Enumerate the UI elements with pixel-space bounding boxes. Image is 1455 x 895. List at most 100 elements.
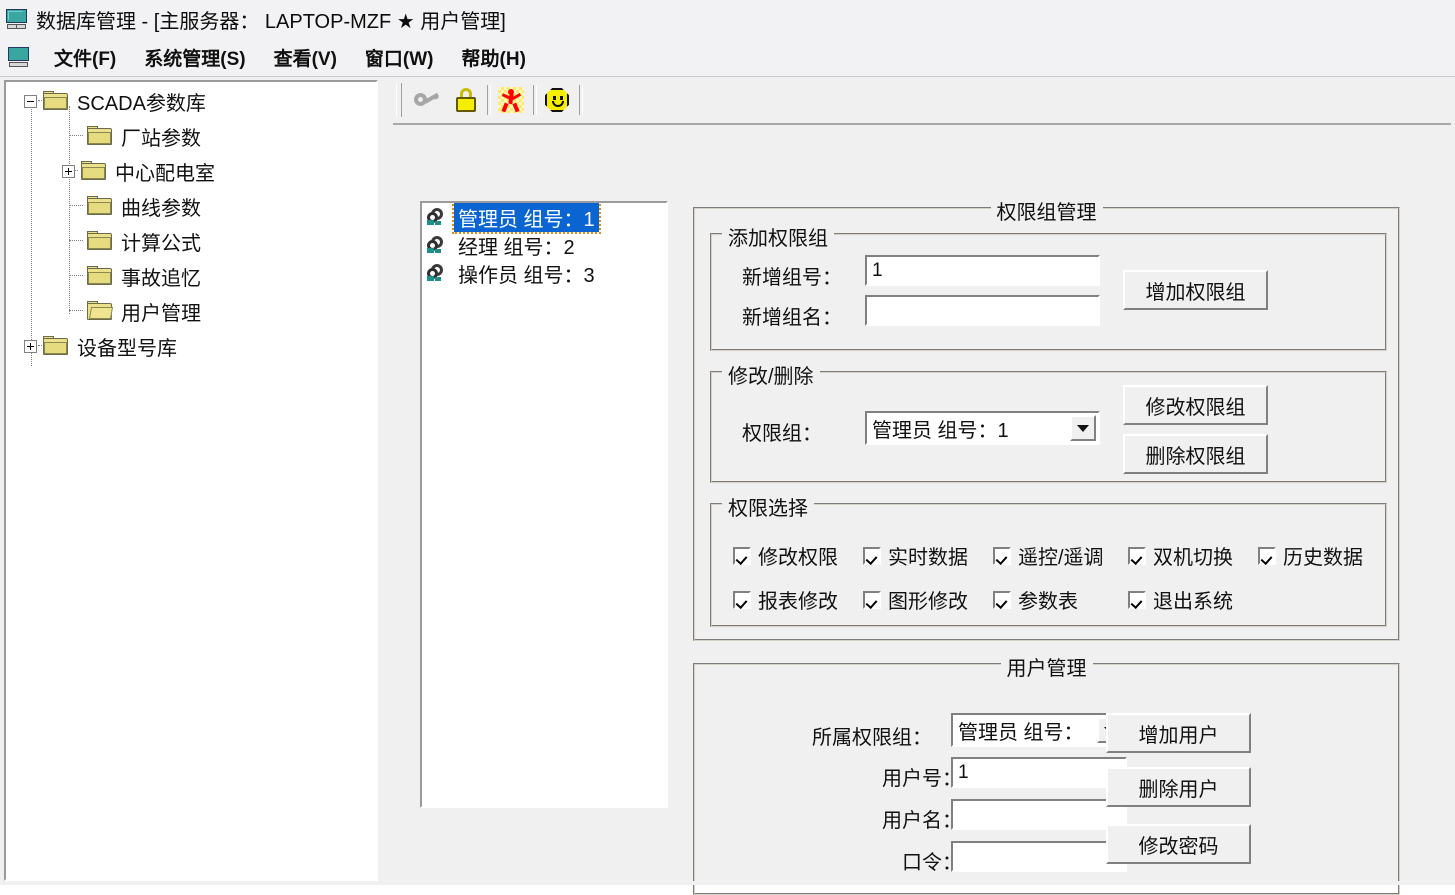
- smiley-icon: [545, 88, 569, 112]
- menu-system[interactable]: 系统管理(S): [134, 42, 255, 73]
- menu-window[interactable]: 窗口(W): [355, 42, 444, 73]
- list-item[interactable]: 经理 组号：2: [422, 231, 666, 259]
- checkbox-label: 退出系统: [1153, 591, 1233, 613]
- user-group-combobox-value: 管理员 组号：: [958, 721, 1084, 744]
- new-group-name-input[interactable]: [865, 295, 1100, 326]
- mdi-monitor-icon: [8, 47, 30, 67]
- permission-select-title: 权限选择: [722, 492, 814, 521]
- checkbox-remote-control[interactable]: 遥控/遥调: [993, 541, 1104, 570]
- checkbox-realtime-data[interactable]: 实时数据: [863, 541, 968, 570]
- user-group-label: 所属权限组：: [812, 727, 932, 749]
- user-group-combobox[interactable]: 管理员 组号：: [951, 713, 1127, 747]
- tree-node-label: 设备型号库: [77, 337, 177, 360]
- add-permission-group-button[interactable]: 增加权限组: [1123, 270, 1268, 310]
- modify-delete-groupbox: 修改/删除 权限组： 管理员 组号：1 修改权限组 删除权限组: [710, 360, 1387, 483]
- group-icon: [426, 207, 446, 227]
- window-title: 数据库管理 - [主服务器： LAPTOP-MZF ★ 用户管理]: [36, 10, 506, 33]
- add-permission-group-groupbox: 添加权限组 新增组号： 1 新增组名： 增加权限组: [710, 222, 1387, 351]
- checkbox-exit-system[interactable]: 退出系统: [1128, 585, 1233, 614]
- toolbar-lock[interactable]: [449, 84, 483, 116]
- checkbox-box[interactable]: [1128, 546, 1146, 565]
- bottom-filler: [0, 881, 1455, 885]
- checkbox-report-modify[interactable]: 报表修改: [733, 585, 838, 614]
- checkbox-label: 历史数据: [1283, 547, 1363, 569]
- checkbox-graphic-modify[interactable]: 图形修改: [863, 585, 968, 614]
- navigation-tree-panel[interactable]: SCADA参数库 厂站参数 中心配电室 曲线参数 计算公式 事故追忆 用户管理 …: [4, 80, 378, 881]
- user-no-input[interactable]: 1: [951, 757, 1127, 788]
- mdi-child-window: 管理员 组号：1 经理 组号：2 操作员 组号：3 权限组管理 添加权限组 新增…: [393, 78, 1451, 895]
- checkbox-label: 双机切换: [1153, 547, 1233, 569]
- checkbox-box[interactable]: [863, 590, 881, 609]
- tree-node-label: SCADA参数库: [77, 92, 206, 115]
- checkbox-box[interactable]: [863, 546, 881, 565]
- password-input[interactable]: [951, 841, 1127, 872]
- checkbox-label: 图形修改: [888, 591, 968, 613]
- expand-expander-icon[interactable]: [62, 164, 75, 178]
- tree-node-calc-formula[interactable]: 计算公式: [81, 226, 201, 256]
- menu-view[interactable]: 查看(V): [264, 42, 347, 73]
- list-item[interactable]: 操作员 组号：3: [422, 259, 666, 287]
- checkbox-box[interactable]: [1128, 590, 1146, 609]
- change-password-button[interactable]: 修改密码: [1106, 824, 1251, 864]
- user-name-input[interactable]: [951, 799, 1127, 830]
- tree-node-label: 用户管理: [121, 302, 201, 325]
- checkbox-label: 报表修改: [758, 591, 838, 613]
- new-group-name-label: 新增组名：: [742, 307, 842, 329]
- tree-line: [31, 106, 33, 366]
- user-management-title: 用户管理: [1000, 652, 1093, 681]
- tree-node-label: 曲线参数: [121, 197, 201, 220]
- collapse-expander-icon[interactable]: [24, 94, 37, 108]
- user-management-groupbox: 用户管理 所属权限组： 管理员 组号： 用户号： 1 用户名： 口令： 增加用户…: [693, 652, 1400, 895]
- permission-group-combobox[interactable]: 管理员 组号：1: [865, 411, 1100, 445]
- tree-node-station-params[interactable]: 厂站参数: [81, 121, 201, 151]
- checkbox-dual-switch[interactable]: 双机切换: [1128, 541, 1233, 570]
- new-group-no-input[interactable]: 1: [865, 255, 1100, 286]
- modify-delete-title: 修改/删除: [722, 360, 820, 389]
- list-item[interactable]: 管理员 组号：1: [422, 203, 666, 234]
- delete-permission-group-button[interactable]: 删除权限组: [1123, 434, 1268, 474]
- new-group-no-label: 新增组号：: [742, 267, 842, 289]
- checkbox-param-table[interactable]: 参数表: [993, 585, 1078, 614]
- tree-node-scada[interactable]: SCADA参数库: [24, 86, 206, 116]
- menu-file[interactable]: 文件(F): [44, 42, 126, 73]
- expand-expander-icon[interactable]: [24, 339, 37, 353]
- tree-node-accident-recall[interactable]: 事故追忆: [81, 261, 201, 291]
- checkbox-box[interactable]: [993, 546, 1011, 565]
- delete-user-button[interactable]: 删除用户: [1106, 767, 1251, 807]
- permission-group-management-groupbox: 权限组管理 添加权限组 新增组号： 1 新增组名： 增加权限组 修改/删除 权限…: [693, 196, 1400, 641]
- checkbox-label: 遥控/遥调: [1018, 547, 1104, 569]
- tree-node-label: 厂站参数: [121, 127, 201, 150]
- checkbox-label: 修改权限: [758, 547, 838, 569]
- tree-node-label: 事故追忆: [121, 267, 201, 290]
- user-name-label: 用户名：: [882, 810, 962, 832]
- folder-icon: [43, 91, 69, 111]
- chevron-down-icon[interactable]: [1070, 415, 1096, 441]
- toolbar-smiley[interactable]: [540, 84, 574, 116]
- folder-icon: [43, 336, 69, 356]
- permission-select-groupbox: 权限选择 修改权限 实时数据 遥控/遥调 双机切换 历史数据 报表修改 图形修改…: [710, 492, 1387, 627]
- permission-group-listbox[interactable]: 管理员 组号：1 经理 组号：2 操作员 组号：3: [420, 201, 668, 808]
- toolbar-run[interactable]: [494, 84, 528, 116]
- tree-node-device-model-lib[interactable]: 设备型号库: [24, 331, 177, 361]
- checkbox-box[interactable]: [993, 590, 1011, 609]
- tree-node-user-management[interactable]: 用户管理: [81, 296, 201, 326]
- tree-node-central-substation[interactable]: 中心配电室: [62, 156, 215, 186]
- checkbox-box[interactable]: [733, 546, 751, 565]
- checkbox-box[interactable]: [733, 590, 751, 609]
- tree-node-curve-params[interactable]: 曲线参数: [81, 191, 201, 221]
- checkbox-history-data[interactable]: 历史数据: [1258, 541, 1363, 570]
- group-icon: [426, 263, 446, 283]
- toolbar-separator: [487, 85, 491, 115]
- menu-help[interactable]: 帮助(H): [452, 42, 536, 73]
- lock-icon: [455, 88, 477, 112]
- add-user-button[interactable]: 增加用户: [1106, 713, 1251, 753]
- toolbar-grip[interactable]: [396, 83, 402, 117]
- checkbox-box[interactable]: [1258, 546, 1276, 565]
- key-icon: [411, 90, 440, 109]
- toolbar-separator: [579, 85, 583, 115]
- toolbar-key[interactable]: [410, 84, 444, 116]
- running-man-icon: [498, 87, 524, 113]
- checkbox-modify-permission[interactable]: 修改权限: [733, 541, 838, 570]
- modify-permission-group-button[interactable]: 修改权限组: [1123, 385, 1268, 425]
- list-item-label: 经理 组号：2: [458, 236, 575, 259]
